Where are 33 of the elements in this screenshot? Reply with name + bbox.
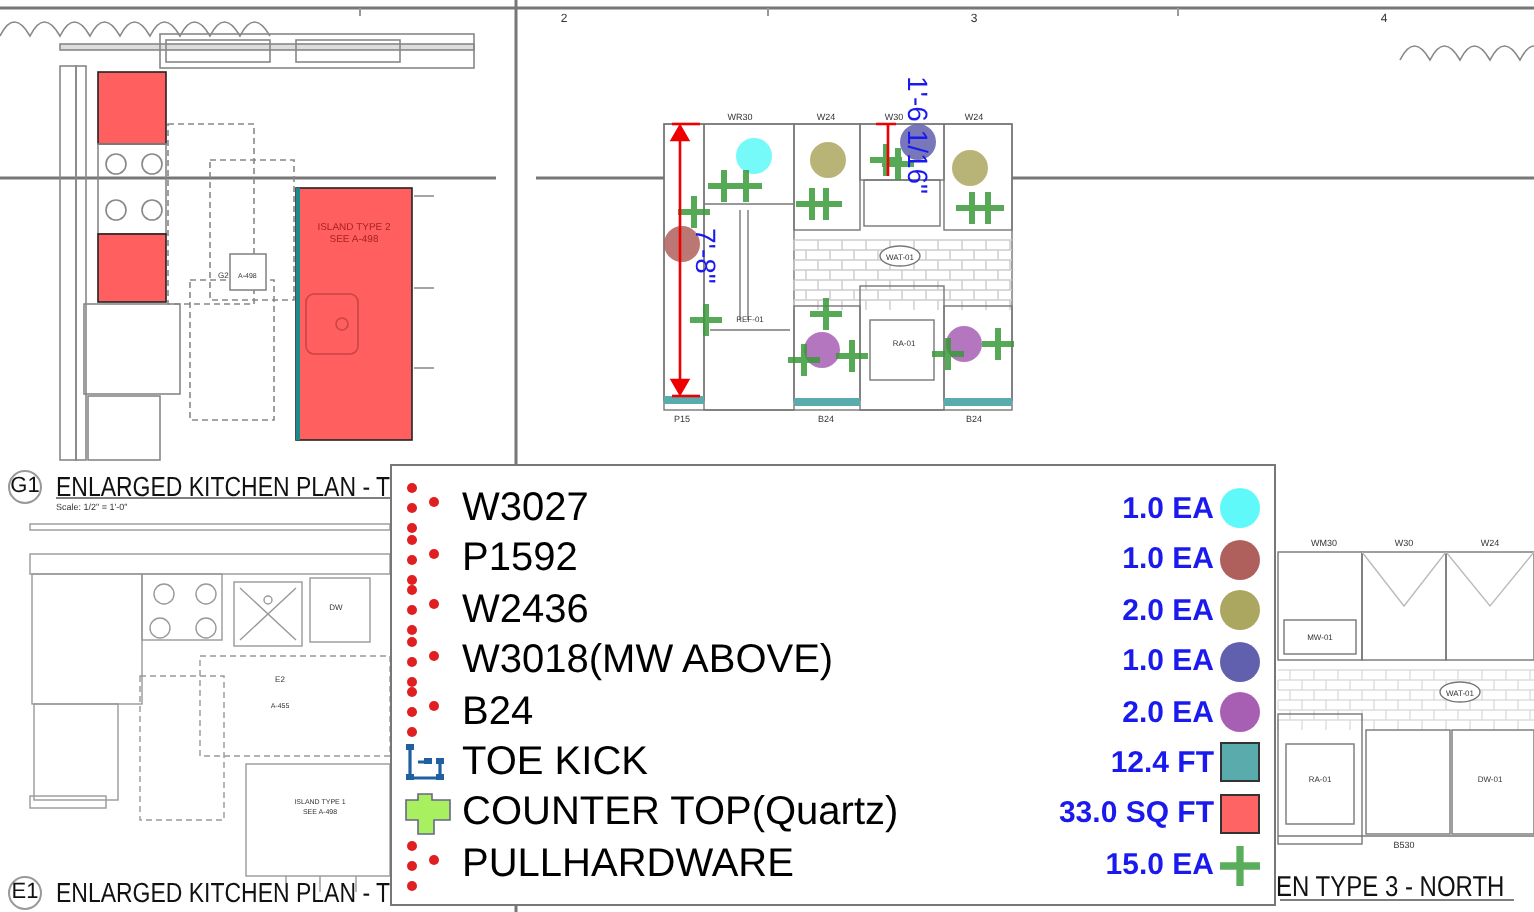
legend-quantity: 33.0 SQ FT [1058, 796, 1214, 831]
polygon-icon [404, 791, 452, 836]
dimension-label: 1'-6 1/16" [902, 76, 934, 195]
legend-item-name: TOE KICK [462, 739, 650, 786]
legend-quantity: 1.0 EA [1122, 644, 1214, 678]
legend-quantity: 15.0 EA [1105, 848, 1214, 882]
legend-item-name: W3018(MW ABOVE) [462, 638, 836, 684]
legend-quantity: 1.0 EA [1122, 491, 1214, 525]
view-tag: G1 [8, 470, 42, 504]
dot-marker-icon [404, 584, 440, 636]
view-title: ENLARGED KITCHEN PLAN - T [56, 878, 391, 909]
dimension-line [874, 122, 898, 178]
dot-marker-icon [404, 635, 440, 687]
view-title: ENLARGED KITCHEN PLAN - T [56, 472, 391, 503]
polyline-icon [404, 742, 444, 783]
legend-item-name: W3027 [462, 485, 591, 531]
view-tag: E1 [8, 876, 42, 910]
legend-item-name: PULLHARDWARE [462, 842, 796, 888]
dot-marker-icon [404, 686, 440, 738]
legend-quantity: 12.4 FT [1110, 745, 1214, 780]
view-title: EN TYPE 3 - NORTH [1276, 869, 1505, 903]
legend-item-name: P1592 [462, 536, 580, 582]
legend-item-name: COUNTER TOP(Quartz) [462, 790, 901, 837]
dimension-label: 7'-8" [690, 228, 722, 284]
legend-quantity: 1.0 EA [1122, 542, 1214, 576]
dot-marker-icon [404, 533, 440, 585]
legend-item-name: W2436 [462, 587, 591, 633]
dot-marker-icon [404, 482, 440, 534]
legend-quantity: 2.0 EA [1122, 593, 1214, 627]
dot-marker-icon [404, 839, 440, 891]
legend-quantity: 2.0 EA [1122, 695, 1214, 729]
revision-cloud [1399, 45, 1534, 61]
legend-item-name: B24 [462, 689, 536, 735]
